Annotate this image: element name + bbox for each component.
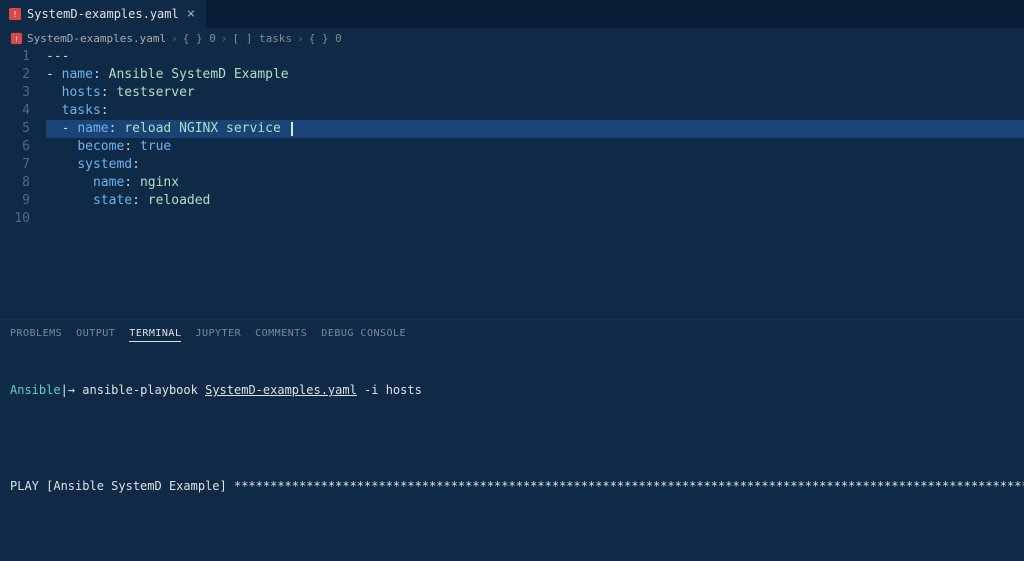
code-line[interactable]: name: nginx xyxy=(46,174,1024,192)
code-line[interactable]: --- xyxy=(46,48,1024,66)
close-icon[interactable]: × xyxy=(184,6,198,22)
play-header: PLAY [Ansible SystemD Example] xyxy=(10,479,234,493)
breadcrumb-seg3[interactable]: { } 0 xyxy=(309,32,342,45)
tab-output[interactable]: OUTPUT xyxy=(76,326,115,342)
tab-problems[interactable]: PROBLEMS xyxy=(10,326,62,342)
breadcrumb-seg1[interactable]: { } 0 xyxy=(183,32,216,45)
chevron-right-icon: › xyxy=(170,32,179,45)
line-number: 8 xyxy=(0,174,30,192)
tab-terminal[interactable]: TERMINAL xyxy=(129,326,181,342)
tab-jupyter[interactable]: JUPYTER xyxy=(195,326,241,342)
line-number: 3 xyxy=(0,84,30,102)
tab-debug[interactable]: DEBUG CONSOLE xyxy=(321,326,406,342)
line-number: 6 xyxy=(0,138,30,156)
editor-tab[interactable]: ! SystemD-examples.yaml × xyxy=(0,0,206,28)
stars: ****************************************… xyxy=(234,479,1024,493)
tab-bar: ! SystemD-examples.yaml × xyxy=(0,0,1024,28)
code-line[interactable]: tasks: xyxy=(46,102,1024,120)
terminal-output[interactable]: Ansible|→ ansible-playbook SystemD-examp… xyxy=(0,346,1024,561)
cmd-prefix: ansible-playbook xyxy=(82,383,205,397)
cmd-file: SystemD-examples.yaml xyxy=(205,383,357,397)
line-number: 7 xyxy=(0,156,30,174)
line-number: 1 xyxy=(0,48,30,66)
code-line[interactable]: state: reloaded xyxy=(46,192,1024,210)
tab-comments[interactable]: COMMENTS xyxy=(255,326,307,342)
breadcrumb-filename[interactable]: SystemD-examples.yaml xyxy=(27,32,166,45)
code-line[interactable]: - name: Ansible SystemD Example xyxy=(46,66,1024,84)
yaml-file-icon: ! xyxy=(10,32,23,45)
breadcrumb: ! SystemD-examples.yaml › { } 0 › [ ] ta… xyxy=(0,28,1024,48)
svg-text:!: ! xyxy=(15,34,17,43)
code-editor[interactable]: 12345678910 ---- name: Ansible SystemD E… xyxy=(0,48,1024,319)
chevron-right-icon: › xyxy=(220,32,229,45)
svg-text:!: ! xyxy=(14,10,16,19)
code-line[interactable]: systemd: xyxy=(46,156,1024,174)
line-gutter: 12345678910 xyxy=(0,48,46,319)
line-number: 10 xyxy=(0,210,30,228)
line-number: 4 xyxy=(0,102,30,120)
chevron-right-icon: › xyxy=(296,32,305,45)
code-content[interactable]: ---- name: Ansible SystemD Example hosts… xyxy=(46,48,1024,319)
code-line[interactable] xyxy=(46,210,1024,228)
prompt-project: Ansible xyxy=(10,383,61,397)
line-number: 2 xyxy=(0,66,30,84)
code-line[interactable]: - name: reload NGINX service xyxy=(46,120,1024,138)
cmd-suffix: -i hosts xyxy=(357,383,422,397)
prompt-sep: |→ xyxy=(61,383,83,397)
line-number: 9 xyxy=(0,192,30,210)
breadcrumb-seg2[interactable]: [ ] tasks xyxy=(232,32,292,45)
yaml-file-icon: ! xyxy=(8,7,22,21)
bottom-panel: PROBLEMS OUTPUT TERMINAL JUPYTER COMMENT… xyxy=(0,319,1024,561)
line-number: 5 xyxy=(0,120,30,138)
editor-tab-label: SystemD-examples.yaml xyxy=(27,7,179,21)
code-line[interactable]: hosts: testserver xyxy=(46,84,1024,102)
code-line[interactable]: become: true xyxy=(46,138,1024,156)
panel-tabs: PROBLEMS OUTPUT TERMINAL JUPYTER COMMENT… xyxy=(0,320,1024,346)
